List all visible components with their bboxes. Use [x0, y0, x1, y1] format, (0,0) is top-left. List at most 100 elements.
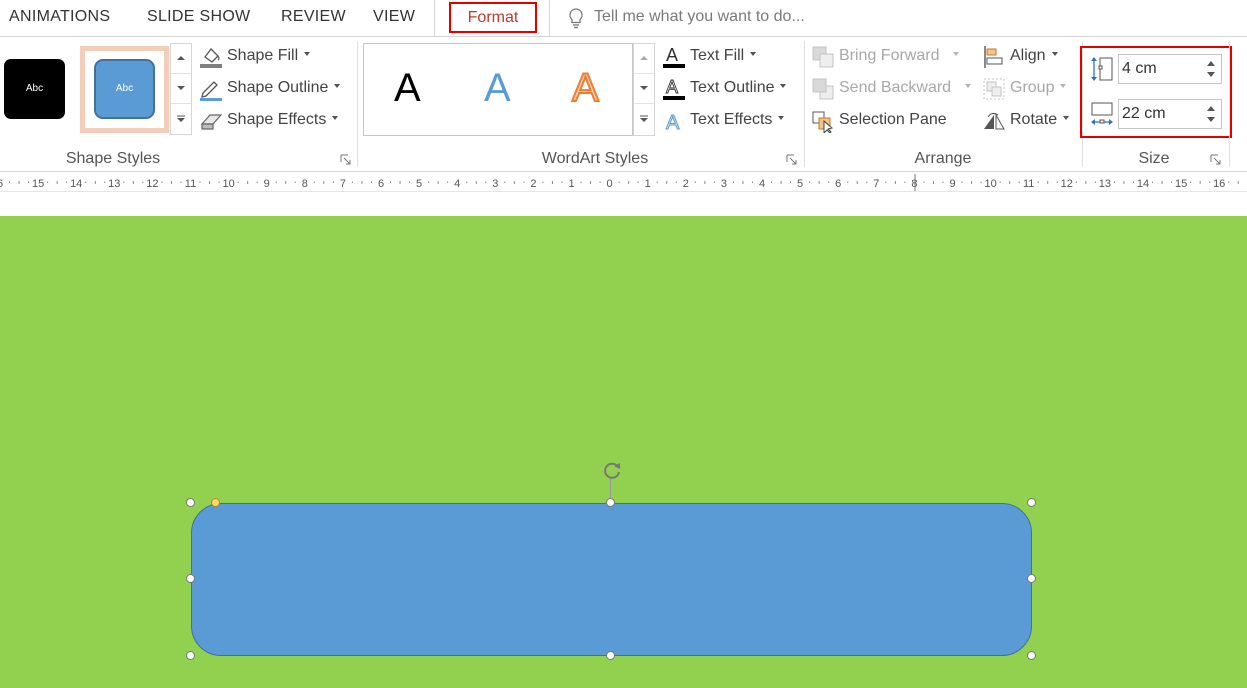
ruler-label: 11 [1023, 178, 1034, 190]
selection-pane-icon [812, 111, 833, 133]
shape-width-icon [1091, 102, 1113, 125]
wordart-gallery-down-button[interactable] [634, 74, 654, 104]
slide-canvas[interactable] [0, 216, 1247, 688]
shape-height-icon [1091, 57, 1113, 81]
horizontal-ruler: 6151413121110987654321012345678910111213… [0, 172, 1247, 192]
text-effects-icon: A [666, 112, 681, 134]
shape-styles-group-label: Shape Styles [65, 150, 161, 167]
shape-width-input[interactable]: 22 cm [1118, 99, 1222, 129]
ribbon-tab-bar: ANIMATIONS SLIDE SHOW REVIEW VIEW Format… [0, 0, 1247, 36]
wordart-style-blue[interactable]: A [484, 66, 511, 111]
shape-style-blue-thumb: Abc [94, 59, 155, 119]
resize-handle-bottom-right[interactable] [1027, 651, 1036, 660]
shape-fill-label: Shape Fill [227, 43, 311, 69]
chevron-down-icon [177, 86, 185, 90]
tab-review[interactable]: REVIEW [281, 0, 346, 34]
ruler-label: 6 [835, 178, 841, 190]
tab-view[interactable]: VIEW [373, 0, 415, 34]
tell-me-placeholder: Tell me what you want to do... [594, 8, 805, 25]
tab-animations[interactable]: ANIMATIONS [9, 0, 110, 34]
group-icon [983, 78, 1005, 100]
ruler-label: 12 [146, 178, 158, 190]
shape-height-input[interactable]: 4 cm [1118, 54, 1222, 84]
ruler-label: 14 [1137, 178, 1149, 190]
send-backward-icon [812, 78, 834, 100]
group-separator [1229, 41, 1230, 167]
shape-styles-launcher-icon[interactable] [340, 154, 351, 165]
text-fill-icon: A [663, 45, 685, 68]
tab-format[interactable]: Format [449, 2, 537, 33]
resize-handle-top[interactable] [606, 498, 615, 507]
size-group-label: Size [1138, 150, 1170, 167]
ruler-label: 9 [949, 178, 955, 190]
ruler-label: 3 [492, 178, 498, 190]
resize-handle-top-right[interactable] [1027, 498, 1036, 507]
svg-text:A: A [666, 45, 678, 65]
svg-text:A: A [666, 77, 678, 97]
ruler-label: 12 [1061, 178, 1073, 190]
ruler-label: 8 [302, 178, 308, 190]
ruler-scale: 6151413121110987654321012345678910111213… [0, 174, 1239, 191]
group-separator [357, 41, 358, 167]
text-fill-label: Text Fill [690, 43, 757, 69]
wordart-gallery-scroll [633, 43, 655, 136]
ruler-label: 11 [185, 178, 196, 190]
wordart-gallery-up-button[interactable] [634, 44, 654, 74]
more-icon [177, 115, 185, 122]
ruler-label: 1 [645, 178, 651, 190]
ruler-label: 6 [0, 178, 3, 190]
tell-me-search[interactable]: Tell me what you want to do... [566, 4, 805, 30]
rotate-handle-icon[interactable] [601, 459, 623, 481]
arrange-group-label: Arrange [914, 150, 972, 167]
wordart-style-black[interactable]: A [394, 66, 421, 111]
resize-handle-left[interactable] [186, 574, 195, 583]
powerpoint-window: ANIMATIONS SLIDE SHOW REVIEW VIEW Format… [0, 0, 1247, 688]
ruler-label: 14 [70, 178, 82, 190]
gallery-down-button[interactable] [171, 74, 191, 104]
text-outline-label: Text Outline [690, 75, 787, 101]
text-effects-label: Text Effects [690, 107, 785, 133]
ruler-label: 4 [454, 178, 460, 190]
height-spinner-icon[interactable] [1206, 59, 1216, 79]
resize-handle-top-left[interactable] [186, 498, 195, 507]
align-label: Align [1010, 43, 1058, 69]
width-spinner-icon[interactable] [1206, 104, 1216, 124]
wordart-gallery: A A A [363, 43, 633, 136]
editor-gap [0, 192, 1247, 216]
group-label: Group [1010, 75, 1067, 101]
tab-slide-show[interactable]: SLIDE SHOW [147, 0, 250, 34]
ruler-label: 3 [721, 178, 727, 190]
size-launcher-icon[interactable] [1210, 154, 1221, 165]
rounded-rectangle-shape[interactable] [191, 503, 1032, 656]
wordart-styles-launcher-icon[interactable] [786, 154, 797, 165]
ruler-label: 9 [264, 178, 270, 190]
corner-radius-adjust-handle[interactable] [211, 498, 220, 507]
lightbulb-icon [569, 8, 583, 29]
resize-handle-bottom-left[interactable] [186, 651, 195, 660]
shape-effects-label: Shape Effects [227, 107, 339, 133]
svg-text:A: A [666, 112, 680, 133]
bring-forward-icon [812, 46, 834, 68]
wordart-gallery-more-button[interactable] [634, 104, 654, 134]
ruler-label: 15 [32, 178, 44, 190]
ruler-label: 7 [873, 178, 879, 190]
ruler-label: 0 [607, 178, 613, 190]
send-backward-label: Send Backward [839, 75, 972, 101]
text-outline-icon: A [663, 77, 685, 100]
shape-style-black[interactable]: Abc [4, 59, 65, 119]
chevron-down-icon [640, 86, 648, 90]
chevron-up-icon [640, 56, 648, 60]
ruler-label: 5 [416, 178, 422, 190]
format-ribbon: Abc Abc Shape Fill Shape Outline Shape E… [0, 36, 1247, 172]
resize-handle-bottom[interactable] [606, 651, 615, 660]
shape-height-value: 4 cm [1122, 60, 1157, 77]
gallery-up-button[interactable] [171, 44, 191, 74]
shape-outline-label: Shape Outline [227, 75, 341, 101]
gallery-more-button[interactable] [171, 104, 191, 134]
resize-handle-right[interactable] [1027, 574, 1036, 583]
shape-style-blue-selected[interactable]: Abc [80, 46, 169, 133]
shape-effects-icon [200, 114, 223, 130]
wordart-style-orange-outline[interactable]: A [571, 65, 600, 111]
group-separator [804, 41, 805, 167]
more-icon [640, 115, 648, 122]
